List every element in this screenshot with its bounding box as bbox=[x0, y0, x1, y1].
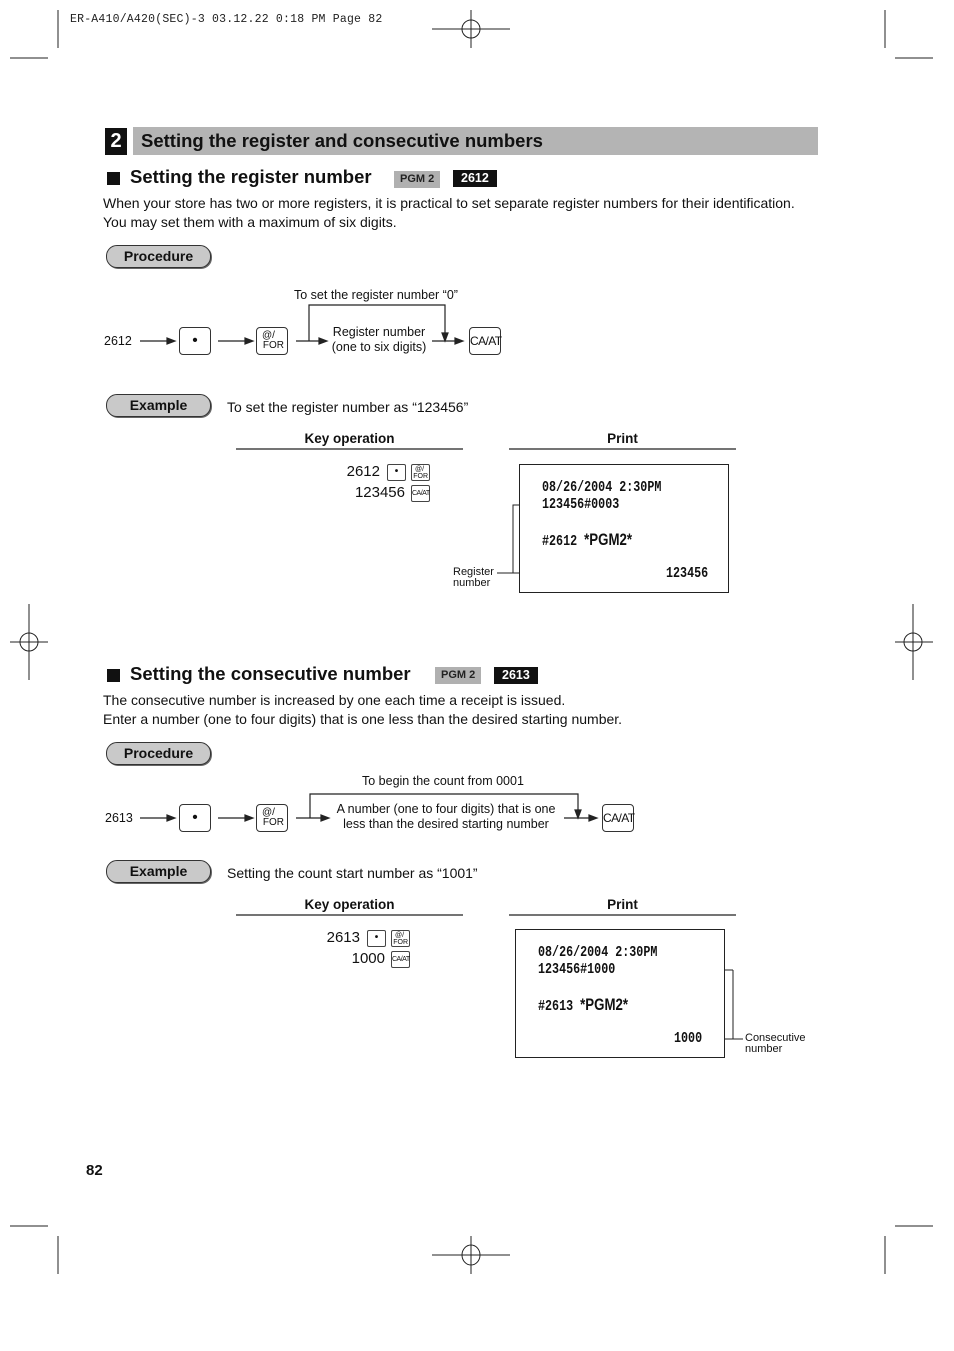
key-op-value: 2613 bbox=[326, 929, 360, 946]
section-title: Setting the register and consecutive num… bbox=[141, 130, 543, 151]
receipt-line: 08/26/2004 2:30PM bbox=[538, 944, 658, 961]
receipt-code: #2612 bbox=[542, 533, 578, 550]
flow-input-line: less than the desired starting number bbox=[343, 817, 549, 831]
for-key-mini: @/ FOR bbox=[391, 930, 410, 947]
for-key: @/ FOR bbox=[256, 804, 288, 832]
flow-input-line: Register number bbox=[332, 325, 426, 339]
example-text: To set the register number as “123456” bbox=[227, 399, 469, 415]
callout-line: number bbox=[453, 577, 491, 589]
flow-bypass-label: To set the register number “0” bbox=[294, 288, 458, 302]
register-description-line: You may set them with a maximum of six d… bbox=[103, 214, 397, 230]
ca-at-key-mini: CA/AT bbox=[391, 951, 410, 968]
flow-bypass-label: To begin the count from 0001 bbox=[362, 774, 524, 788]
example-badge: Example bbox=[106, 394, 211, 417]
for-key-top: @/ bbox=[395, 932, 405, 939]
receipt-print: 08/26/2004 2:30PM 123456#0003 #2612 *PGM… bbox=[519, 464, 729, 593]
receipt-mode: *PGM2* bbox=[584, 530, 633, 549]
receipt-line: 08/26/2004 2:30PM bbox=[542, 479, 662, 496]
register-mode-tag: PGM 2 bbox=[394, 171, 441, 188]
flow-input-label: Register number (one to six digits) bbox=[327, 325, 431, 355]
key-operation-header: Key operation bbox=[304, 897, 395, 912]
for-key-bottom: FOR bbox=[413, 473, 428, 480]
print-header: ER-A410/A420(SEC)-3 03.12.22 0:18 PM Pag… bbox=[70, 13, 383, 26]
for-key-bottom: FOR bbox=[262, 340, 284, 351]
register-description-line: When your store has two or more register… bbox=[103, 195, 795, 211]
flow-input-line: (one to six digits) bbox=[331, 340, 427, 354]
register-callout: Register number bbox=[453, 567, 494, 589]
ca-at-key: CA/AT bbox=[602, 804, 635, 832]
consecutive-callout: Consecutive number bbox=[745, 1033, 806, 1055]
receipt-line: #2612 *PGM2* bbox=[542, 530, 632, 550]
callout-line: number bbox=[745, 1043, 783, 1055]
consecutive-heading: Setting the consecutive number bbox=[130, 663, 411, 684]
procedure-badge: Procedure bbox=[106, 742, 211, 765]
receipt-line: 1000 bbox=[674, 1030, 703, 1047]
print-header-label: Print bbox=[607, 897, 638, 912]
print-header-label: Print bbox=[607, 431, 638, 446]
section-number: 2 bbox=[105, 128, 127, 155]
receipt-mode: *PGM2* bbox=[580, 995, 629, 1014]
ca-at-key-mini: CA/AT bbox=[411, 485, 430, 502]
dot-key-mini: • bbox=[367, 930, 386, 947]
example-text: Setting the count start number as “1001” bbox=[227, 865, 478, 881]
key-operation-header: Key operation bbox=[304, 431, 395, 446]
receipt-print: 08/26/2004 2:30PM 123456#1000 #2613 *PGM… bbox=[515, 929, 725, 1058]
flow-input-label: A number (one to four digits) that is on… bbox=[328, 802, 564, 832]
register-code-tag: 2612 bbox=[453, 170, 497, 187]
dot-key-mini: • bbox=[387, 464, 406, 481]
for-key-bottom: FOR bbox=[262, 817, 284, 828]
key-op-value: 1000 bbox=[351, 950, 385, 967]
key-op-value: 2612 bbox=[346, 463, 380, 480]
receipt-code: #2613 bbox=[538, 998, 574, 1015]
register-heading: Setting the register number bbox=[130, 166, 372, 187]
consecutive-description: The consecutive number is increased by o… bbox=[103, 691, 833, 729]
consecutive-code-tag: 2613 bbox=[494, 667, 538, 684]
page-number: 82 bbox=[86, 1162, 103, 1179]
for-key-mini: @/ FOR bbox=[411, 464, 430, 481]
for-key-top: @/ bbox=[415, 466, 425, 473]
example-badge: Example bbox=[106, 860, 211, 883]
flow-start-code: 2612 bbox=[104, 334, 132, 348]
dot-key: • bbox=[179, 804, 211, 832]
key-op-value: 123456 bbox=[354, 484, 405, 501]
receipt-line: 123456#0003 bbox=[542, 496, 620, 513]
ca-at-key: CA/AT bbox=[469, 327, 502, 355]
key-operation-sequence: 2612 • @/ FOR 123456 CA/AT bbox=[300, 463, 432, 505]
register-description: When your store has two or more register… bbox=[103, 194, 833, 232]
procedure-badge: Procedure bbox=[106, 245, 211, 268]
receipt-line: 123456 bbox=[666, 565, 709, 582]
bullet-square-icon bbox=[107, 172, 120, 185]
consecutive-mode-tag: PGM 2 bbox=[435, 667, 482, 684]
flow-start-code: 2613 bbox=[105, 811, 133, 825]
for-key: @/ FOR bbox=[256, 327, 288, 355]
flow-input-line: A number (one to four digits) that is on… bbox=[336, 802, 556, 816]
receipt-line: #2613 *PGM2* bbox=[538, 995, 628, 1015]
consecutive-description-line: Enter a number (one to four digits) that… bbox=[103, 711, 623, 727]
dot-key: • bbox=[179, 327, 211, 355]
key-operation-sequence: 2613 • @/ FOR 1000 CA/AT bbox=[280, 929, 412, 971]
bullet-square-icon bbox=[107, 669, 120, 682]
receipt-line: 123456#1000 bbox=[538, 961, 616, 978]
for-key-bottom: FOR bbox=[393, 939, 408, 946]
consecutive-description-line: The consecutive number is increased by o… bbox=[103, 692, 566, 708]
